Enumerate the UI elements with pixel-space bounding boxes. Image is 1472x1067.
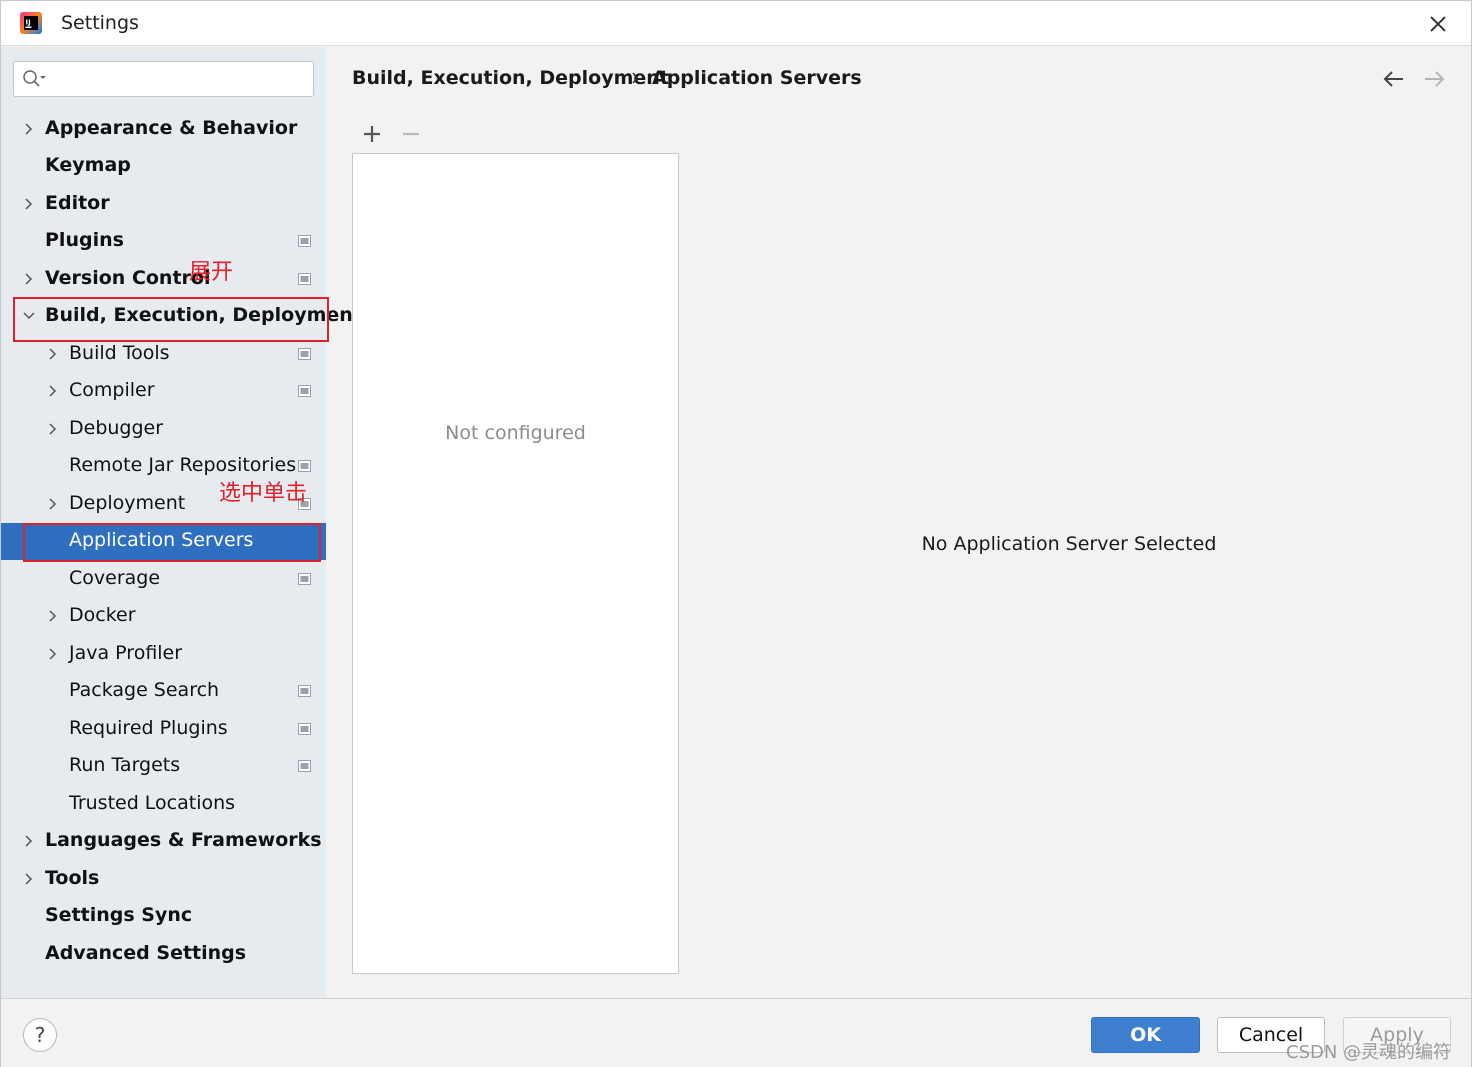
server-list-empty-text: Not configured <box>445 422 586 444</box>
back-arrow-icon[interactable] <box>1382 67 1406 91</box>
sidebar-item-docker[interactable]: Docker <box>1 598 326 635</box>
watermark-text: CSDN @灵魂的编符 <box>1286 1042 1452 1063</box>
search-input[interactable] <box>50 66 305 92</box>
chevron-right-icon[interactable] <box>22 195 36 213</box>
close-button[interactable] <box>1422 9 1454 39</box>
forward-arrow-icon[interactable] <box>1422 67 1446 91</box>
sidebar-item-label: Build Tools <box>69 342 170 364</box>
sidebar-item-label: Deployment <box>69 492 186 514</box>
annotation-box-application-servers <box>23 523 321 562</box>
dialog-footer: ? OK Cancel Apply <box>1 998 1471 1067</box>
sidebar-item-label: Settings Sync <box>45 904 193 926</box>
sidebar-item-label: Remote Jar Repositories <box>69 454 297 476</box>
sidebar-item-tools[interactable]: Tools <box>1 861 326 898</box>
project-scope-icon <box>298 273 311 285</box>
close-icon <box>1430 16 1446 32</box>
sidebar-item-label: Keymap <box>45 154 131 176</box>
project-scope-icon <box>298 460 311 472</box>
remove-server-icon[interactable] <box>401 124 421 144</box>
window-title: Settings <box>61 12 139 34</box>
sidebar-item-label: Languages & Frameworks <box>45 829 322 851</box>
sidebar-item-label: Package Search <box>69 679 220 701</box>
ok-button[interactable]: OK <box>1091 1017 1200 1053</box>
breadcrumb-parent[interactable]: Build, Execution, Deployment <box>352 67 669 89</box>
title-bar: IJ Settings <box>1 1 1471 46</box>
sidebar-item-label: Tools <box>45 867 100 889</box>
chevron-right-icon[interactable] <box>46 495 60 513</box>
sidebar-item-label: Appearance & Behavior <box>45 117 298 139</box>
annotation-box-build-execution <box>13 297 329 342</box>
add-server-icon[interactable] <box>362 124 382 144</box>
project-scope-icon <box>298 235 311 247</box>
settings-window: IJ Settings Appearance & Behavior Keymap E… <box>0 0 1472 1067</box>
annotation-click-note: 选中单击 <box>219 481 308 506</box>
project-scope-icon <box>298 760 311 772</box>
chevron-right-icon[interactable] <box>22 870 36 888</box>
sidebar-item-label: Advanced Settings <box>45 942 247 964</box>
sidebar-item-label: Coverage <box>69 567 161 589</box>
svg-text:IJ: IJ <box>26 19 31 27</box>
project-scope-icon <box>298 385 311 397</box>
chevron-right-icon[interactable] <box>46 420 60 438</box>
sidebar-item-label: Plugins <box>45 229 124 251</box>
annotation-expand-note: 展开 <box>189 260 234 285</box>
sidebar-item-coverage[interactable]: Coverage <box>1 561 326 598</box>
project-scope-icon <box>298 573 311 585</box>
sidebar-item-package-search[interactable]: Package Search <box>1 673 326 710</box>
sidebar-item-label: Required Plugins <box>69 717 228 739</box>
sidebar-item-advanced-settings[interactable]: Advanced Settings <box>1 936 326 973</box>
sidebar-item-run-targets[interactable]: Run Targets <box>1 748 326 785</box>
server-detail-empty-text: No Application Server Selected <box>921 533 1217 555</box>
sidebar-item-label: Docker <box>69 604 136 626</box>
sidebar-item-required-plugins[interactable]: Required Plugins <box>1 711 326 748</box>
sidebar-item-languages-frameworks[interactable]: Languages & Frameworks <box>1 823 326 860</box>
sidebar-item-label: Debugger <box>69 417 164 439</box>
breadcrumb-chevron-icon <box>632 72 638 84</box>
sidebar-item-label: Editor <box>45 192 110 214</box>
chevron-right-icon[interactable] <box>46 345 60 363</box>
chevron-right-icon[interactable] <box>22 832 36 850</box>
sidebar-item-editor[interactable]: Editor <box>1 186 326 223</box>
chevron-right-icon[interactable] <box>22 270 36 288</box>
project-scope-icon <box>298 685 311 697</box>
sidebar-item-label: Java Profiler <box>69 642 183 664</box>
breadcrumb-current: Application Servers <box>652 67 862 89</box>
help-button[interactable]: ? <box>23 1018 57 1052</box>
settings-search[interactable] <box>13 61 314 97</box>
chevron-right-icon[interactable] <box>46 382 60 400</box>
sidebar-item-trusted-locations[interactable]: Trusted Locations <box>1 786 326 823</box>
sidebar-item-appearance-behavior[interactable]: Appearance & Behavior <box>1 111 326 148</box>
sidebar-item-label: Run Targets <box>69 754 181 776</box>
sidebar-item-compiler[interactable]: Compiler <box>1 373 326 410</box>
sidebar-item-settings-sync[interactable]: Settings Sync <box>1 898 326 935</box>
chevron-right-icon[interactable] <box>22 120 36 138</box>
sidebar-item-plugins[interactable]: Plugins <box>1 223 326 260</box>
chevron-right-icon[interactable] <box>46 645 60 663</box>
project-scope-icon <box>298 348 311 360</box>
intellij-app-icon: IJ <box>20 12 42 34</box>
sidebar-item-keymap[interactable]: Keymap <box>1 148 326 185</box>
application-server-list[interactable]: Not configured <box>352 153 679 974</box>
sidebar-item-label: Compiler <box>69 379 155 401</box>
sidebar-item-label: Version Control <box>45 267 211 289</box>
sidebar-item-debugger[interactable]: Debugger <box>1 411 326 448</box>
sidebar-item-java-profiler[interactable]: Java Profiler <box>1 636 326 673</box>
sidebar-item-label: Trusted Locations <box>69 792 236 814</box>
project-scope-icon <box>298 723 311 735</box>
chevron-right-icon[interactable] <box>46 607 60 625</box>
sidebar-item-version-control[interactable]: Version Control <box>1 261 326 298</box>
search-icon <box>23 70 46 87</box>
